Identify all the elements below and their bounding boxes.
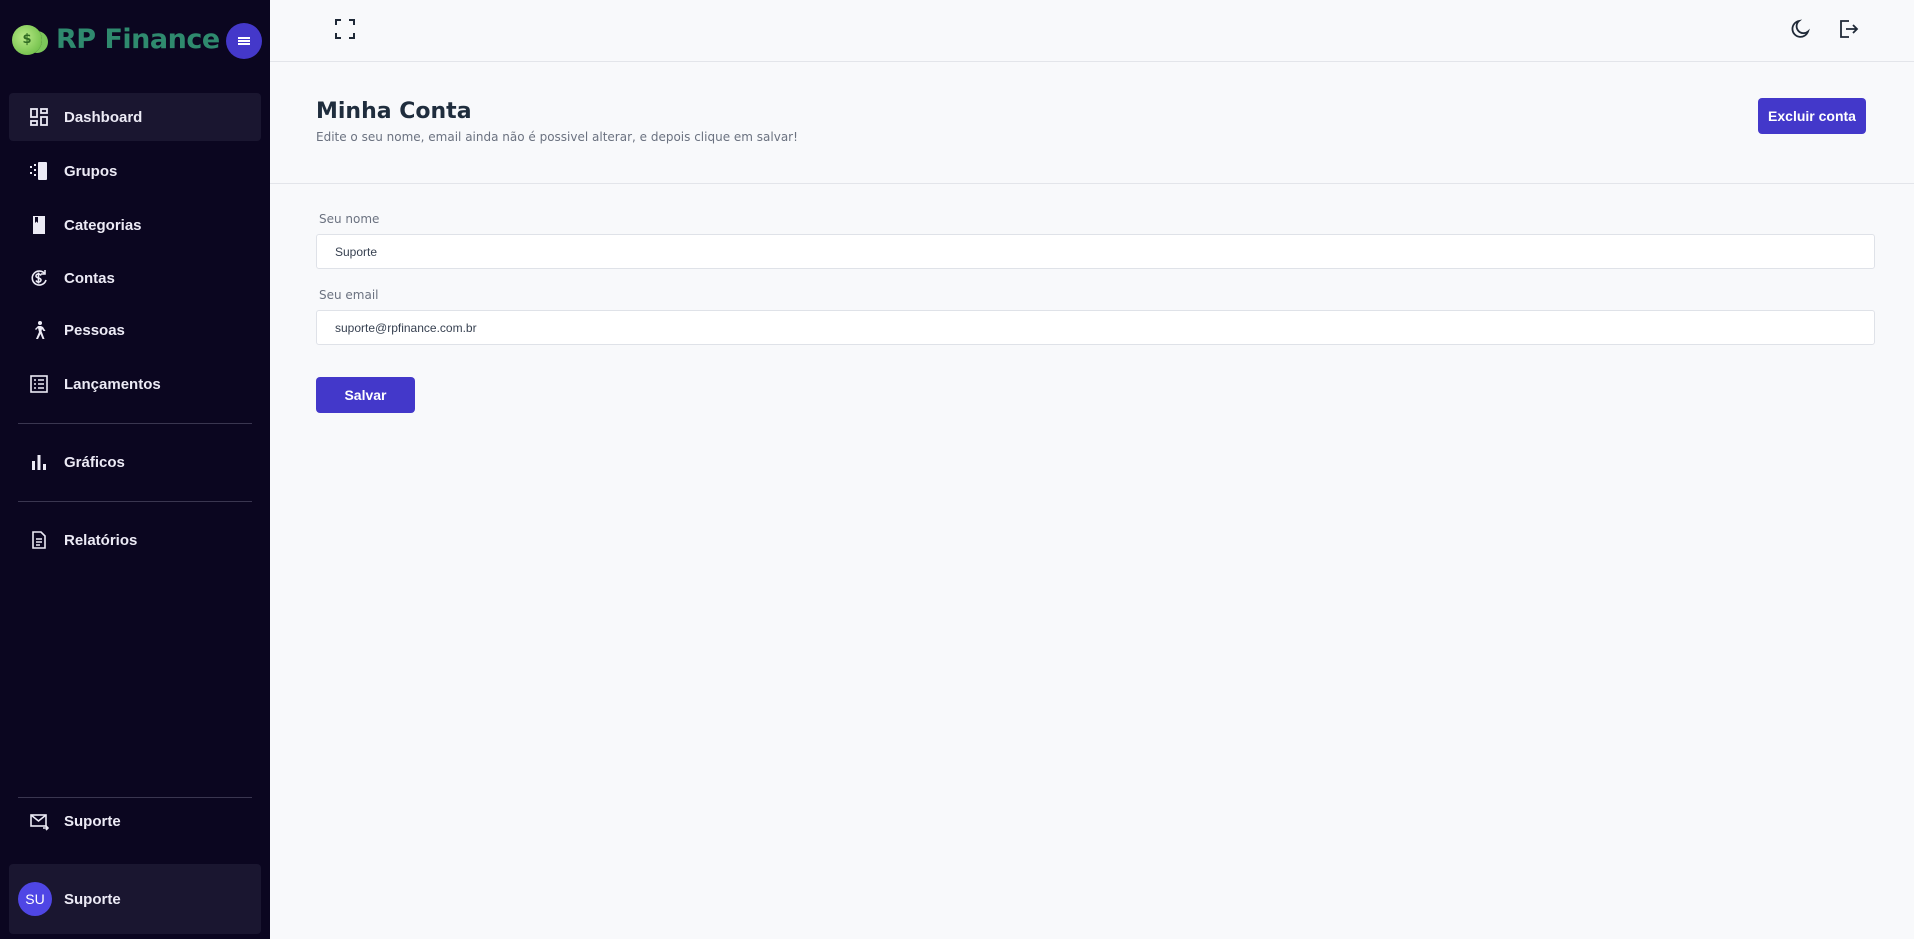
sidebar-divider (18, 501, 252, 502)
sidebar-item-label: Contas (64, 269, 115, 287)
avatar: SU (18, 882, 52, 916)
categories-icon (28, 214, 50, 236)
accounts-icon (28, 267, 50, 289)
coin-logo-icon: $ (12, 25, 42, 55)
moon-icon[interactable] (1788, 16, 1814, 42)
email-field[interactable] (316, 310, 1875, 345)
name-label: Seu nome (319, 212, 380, 226)
list-icon (28, 373, 50, 395)
sidebar-item-lancamentos[interactable]: Lançamentos (9, 360, 261, 408)
sidebar-item-label: Pessoas (64, 321, 125, 339)
report-icon (28, 529, 50, 551)
sidebar-item-label: Gráficos (64, 453, 125, 471)
sidebar-item-grupos[interactable]: Grupos (9, 147, 261, 195)
sidebar-item-suporte[interactable]: Suporte (9, 797, 261, 845)
sidebar-item-label: Dashboard (64, 108, 143, 126)
sidebar-item-relatorios[interactable]: Relatórios (9, 516, 261, 564)
logout-icon[interactable] (1835, 16, 1861, 42)
brand-name: RP Finance (56, 24, 220, 55)
sidebar-item-contas[interactable]: Contas (9, 254, 261, 302)
hamburger-icon (238, 37, 250, 45)
name-field[interactable] (316, 234, 1875, 269)
sidebar-divider (18, 423, 252, 424)
sidebar-item-label: Categorias (64, 216, 142, 234)
sidebar-item-pessoas[interactable]: Pessoas (9, 306, 261, 354)
sidebar: $ RP Finance Dashboard Grupos Categorias… (0, 0, 270, 939)
sidebar-item-label: Suporte (64, 812, 121, 830)
email-label: Seu email (319, 288, 379, 302)
sidebar-item-label: Lançamentos (64, 375, 161, 393)
bar-chart-icon (28, 451, 50, 473)
fullscreen-icon[interactable] (332, 16, 358, 42)
page-header: Minha Conta Edite o seu nome, email aind… (270, 62, 1914, 184)
mail-icon (28, 810, 50, 832)
page-subtitle: Edite o seu nome, email ainda não é poss… (316, 130, 798, 144)
sidebar-item-label: Relatórios (64, 531, 138, 549)
user-name: Suporte (64, 890, 121, 908)
menu-toggle-button[interactable] (226, 23, 262, 59)
dashboard-icon (28, 106, 50, 128)
groups-icon (28, 160, 50, 182)
save-button[interactable]: Salvar (316, 377, 415, 413)
sidebar-item-categorias[interactable]: Categorias (9, 201, 261, 249)
sidebar-item-label: Grupos (64, 162, 118, 180)
sidebar-item-graficos[interactable]: Gráficos (9, 438, 261, 486)
sidebar-item-dashboard[interactable]: Dashboard (9, 93, 261, 141)
topbar (270, 0, 1914, 62)
brand-logo: $ RP Finance (8, 20, 262, 62)
delete-account-button[interactable]: Excluir conta (1758, 98, 1866, 134)
page-title: Minha Conta (316, 99, 472, 124)
person-walking-icon (28, 319, 50, 341)
user-profile[interactable]: SU Suporte (9, 864, 261, 934)
